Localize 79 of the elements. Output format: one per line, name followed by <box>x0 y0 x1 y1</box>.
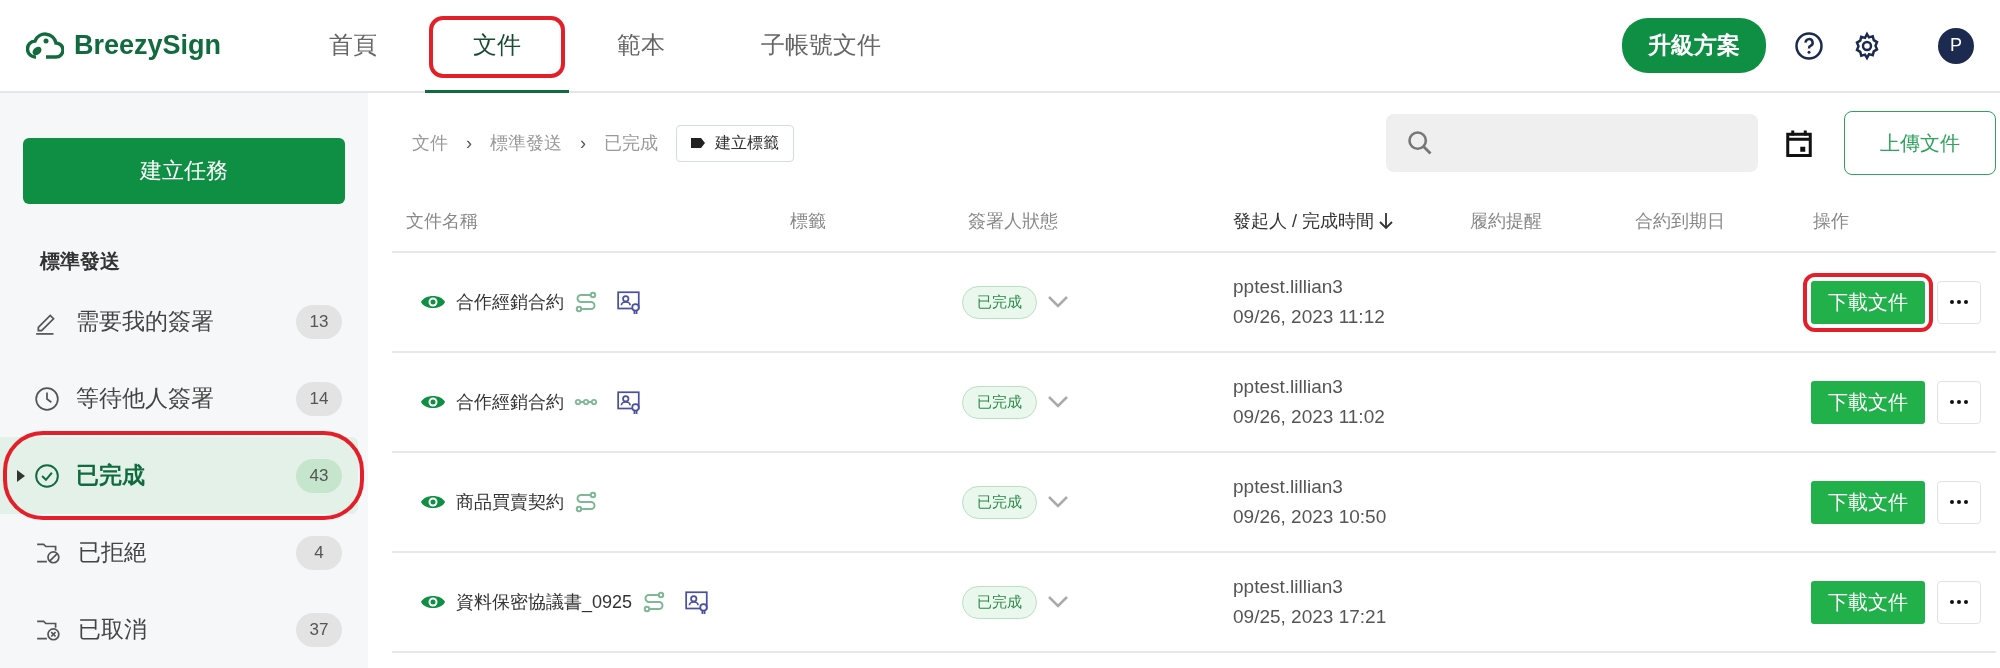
count-badge: 4 <box>296 535 342 570</box>
status-pill: 已完成 <box>962 385 1037 419</box>
certificate-icon <box>684 589 711 615</box>
nav-tab[interactable]: 首頁 <box>281 0 425 93</box>
initiator-name: pptest.lillian3 <box>1233 276 1344 298</box>
nav-tab[interactable]: 文件 <box>425 0 569 93</box>
more-icon <box>1950 400 1968 404</box>
document-name[interactable]: 合作經銷合約 <box>456 290 564 314</box>
column-header: 標籤 <box>789 210 827 233</box>
column-header: 操作 <box>1812 210 1850 233</box>
sidebar-label: 已取消 <box>78 615 147 644</box>
more-button[interactable] <box>1937 480 1981 524</box>
breadcrumb-item[interactable]: 標準發送 <box>490 131 562 155</box>
document-name[interactable]: 合作經銷合約 <box>456 390 564 414</box>
more-button[interactable] <box>1937 580 1981 624</box>
sidebar-label: 等待他人簽署 <box>76 384 214 413</box>
status-pill: 已完成 <box>962 285 1037 319</box>
column-header: 履約提醒 <box>1469 210 1543 233</box>
search-field[interactable] <box>1386 114 1758 172</box>
completion-time: 09/26, 2023 11:12 <box>1233 306 1386 328</box>
help-icon <box>1794 30 1824 61</box>
completion-time: 09/26, 2023 10:50 <box>1233 506 1388 528</box>
sidebar-label: 已完成 <box>76 461 145 490</box>
sidebar-item[interactable]: 等待他人簽署 14 <box>0 360 358 437</box>
column-header: 合約到期日 <box>1634 210 1726 233</box>
breadcrumb-item: 已完成 <box>604 132 658 155</box>
sidebar-item[interactable]: 需要我的簽署 13 <box>0 283 358 360</box>
sidebar-label: 已拒絕 <box>78 538 147 567</box>
column-header: 簽署人狀態 <box>967 210 1059 233</box>
more-icon <box>1950 600 1968 604</box>
completion-time: 09/26, 2023 11:02 <box>1233 406 1386 428</box>
initiator-name: pptest.lillian3 <box>1233 476 1344 498</box>
route-icon <box>642 590 667 614</box>
nav-tab[interactable]: 子帳號文件 <box>713 0 929 93</box>
chevron-down-icon <box>1047 395 1069 409</box>
chevron-down-icon <box>1047 595 1069 609</box>
document-name[interactable]: 商品買賣契約 <box>456 490 564 514</box>
section-title: 標準發送 <box>40 248 121 274</box>
status-pill: 已完成 <box>962 485 1037 519</box>
create-tag-button[interactable]: 建立標籤 <box>676 124 794 162</box>
route-icon <box>574 490 598 514</box>
chevron-down-icon <box>1047 295 1069 309</box>
breadcrumb-separator: › <box>580 132 586 154</box>
caret-icon <box>16 468 26 483</box>
breadcrumb-separator: › <box>466 132 472 154</box>
count-badge: 37 <box>296 612 342 647</box>
more-icon <box>1950 300 1968 304</box>
chevron-down-icon <box>1047 495 1069 509</box>
certificate-icon <box>616 289 642 315</box>
status-pill: 已完成 <box>962 585 1037 619</box>
column-header: 文件名稱 <box>405 210 479 233</box>
sidebar-item[interactable]: 已取消 37 <box>0 591 358 668</box>
count-badge: 14 <box>296 381 342 416</box>
initiator-name: pptest.lillian3 <box>1233 376 1344 398</box>
certificate-icon <box>616 389 642 415</box>
sidebar-label: 需要我的簽署 <box>76 307 214 336</box>
user-avatar[interactable]: P <box>1938 27 1974 64</box>
check-circle-icon <box>34 462 60 489</box>
upload-button[interactable]: 上傳文件 <box>1844 111 1996 175</box>
count-badge: 43 <box>296 458 342 493</box>
search-icon <box>1406 129 1434 157</box>
sidebar-item[interactable]: 已拒絕 4 <box>0 514 358 591</box>
nav-tab[interactable]: 範本 <box>569 0 713 93</box>
tag-icon <box>691 138 705 148</box>
route-icon <box>574 290 598 314</box>
document-name[interactable]: 資料保密協議書_0925 <box>456 590 633 614</box>
initiator-name: pptest.lillian3 <box>1233 576 1344 598</box>
completion-time: 09/25, 2023 17:21 <box>1233 606 1388 628</box>
count-badge: 13 <box>296 304 342 339</box>
more-button[interactable] <box>1937 280 1981 324</box>
dotted-link-icon <box>574 396 598 408</box>
clock-icon <box>34 385 60 412</box>
create-task-button[interactable]: 建立任務 <box>23 138 345 204</box>
more-icon <box>1950 500 1968 504</box>
sort-down-icon <box>1378 212 1394 230</box>
brand-name: BreezySign <box>74 30 222 61</box>
upgrade-button[interactable]: 升級方案 <box>1622 18 1766 73</box>
more-button[interactable] <box>1937 380 1981 424</box>
column-header[interactable]: 發起人 / 完成時間 <box>1213 209 1450 233</box>
